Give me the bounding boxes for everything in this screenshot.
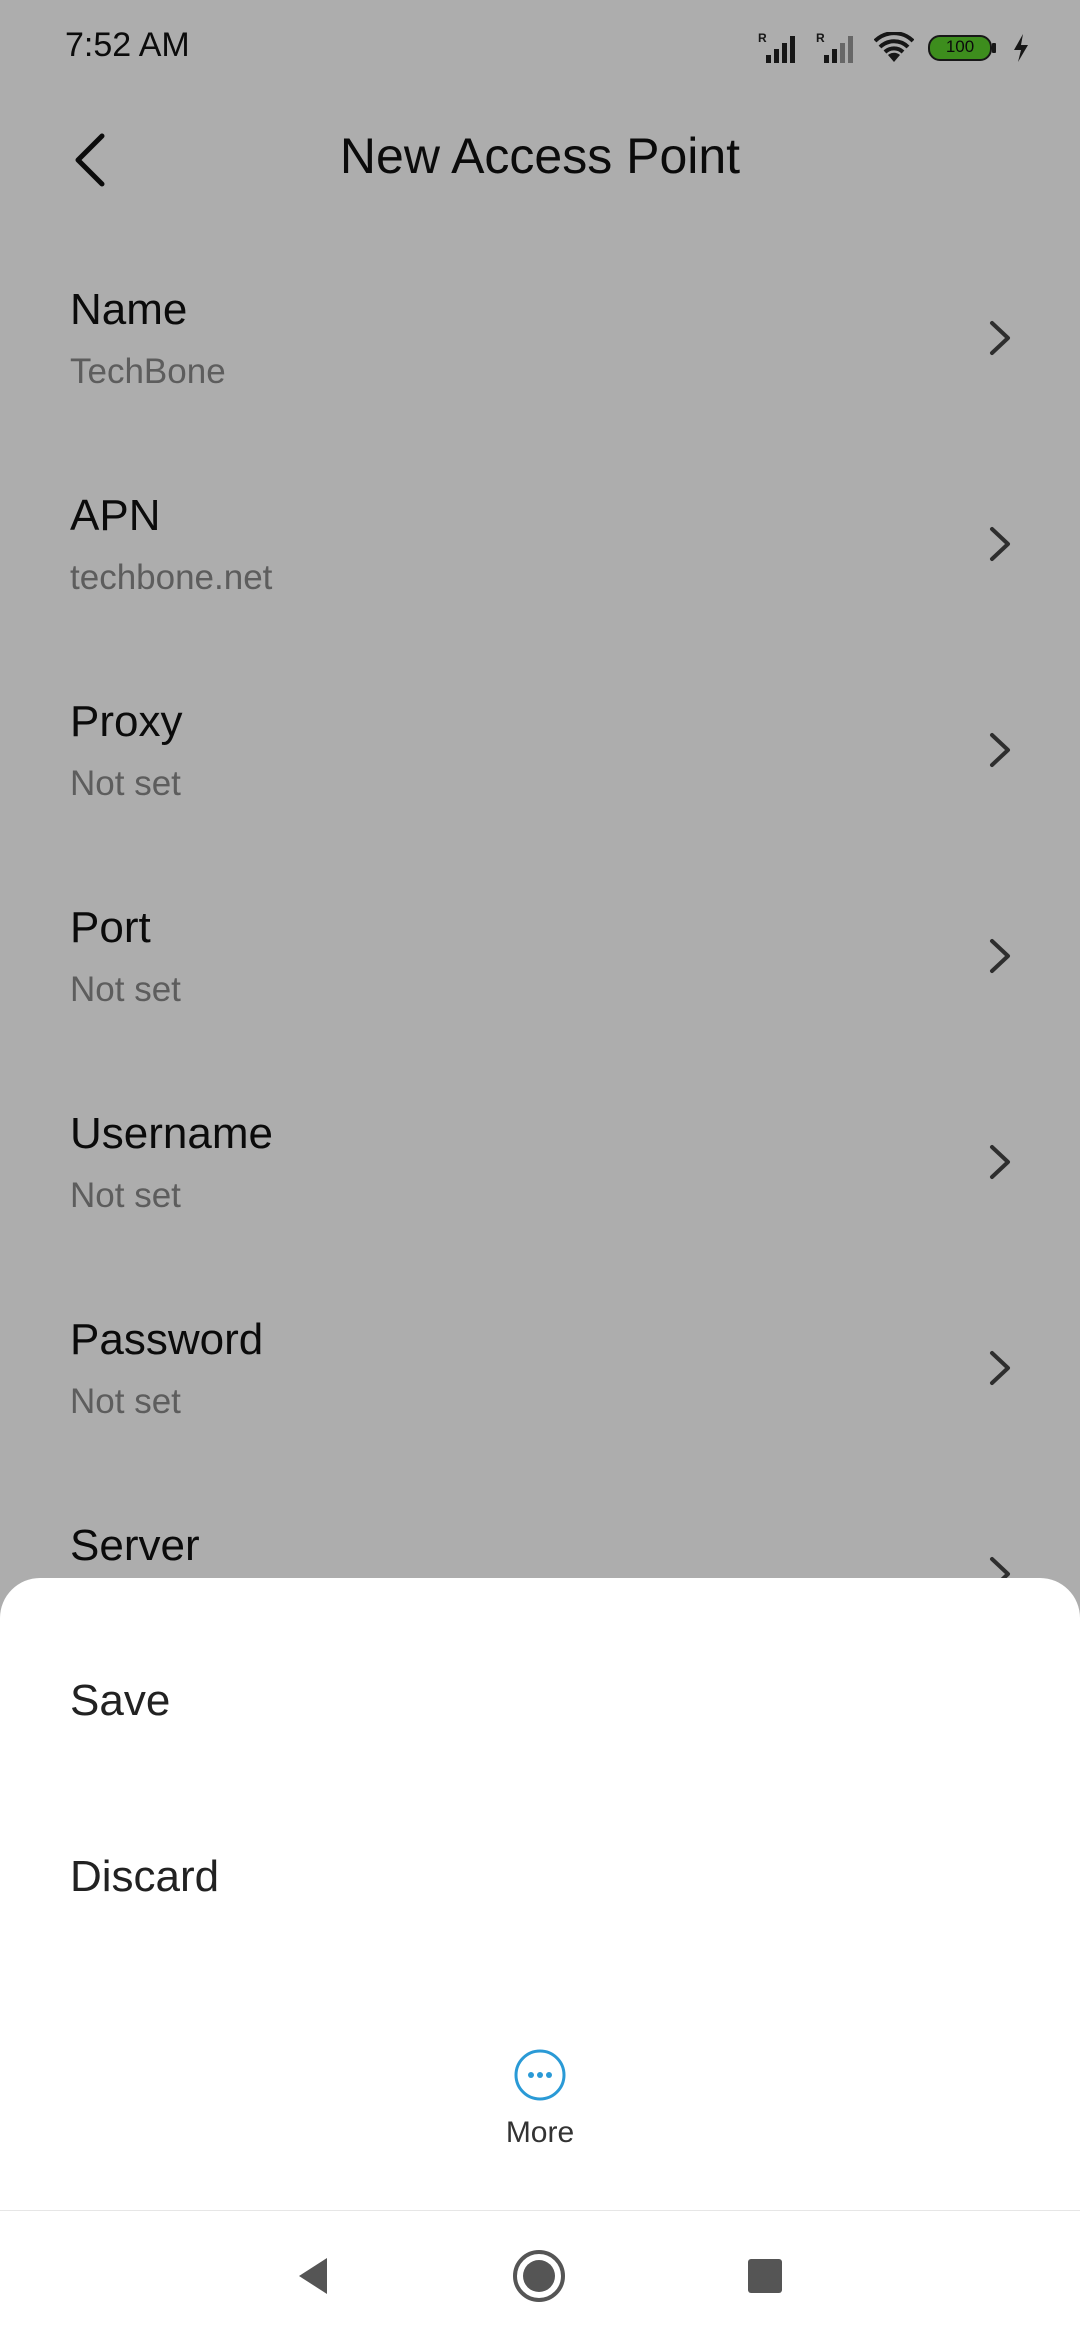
back-triangle-icon [299, 2258, 327, 2294]
more-label: More [505, 2116, 575, 2149]
system-nav-bar [0, 2210, 1080, 2340]
more-dots-icon [514, 2049, 566, 2101]
save-option[interactable]: Save [70, 1676, 170, 1726]
bottom-sheet-menu: Save Discard More [0, 1578, 1080, 2210]
screen: 7:52 AM R R 100 New Access Point Name Te… [0, 0, 1080, 2340]
more-button[interactable]: More [440, 2048, 640, 2168]
recents-square-icon [748, 2259, 782, 2293]
nav-home-button[interactable] [509, 2246, 569, 2306]
nav-back-button[interactable] [283, 2246, 343, 2306]
discard-option[interactable]: Discard [70, 1852, 219, 1902]
nav-recents-button[interactable] [735, 2246, 795, 2306]
home-circle-icon [513, 2250, 565, 2302]
